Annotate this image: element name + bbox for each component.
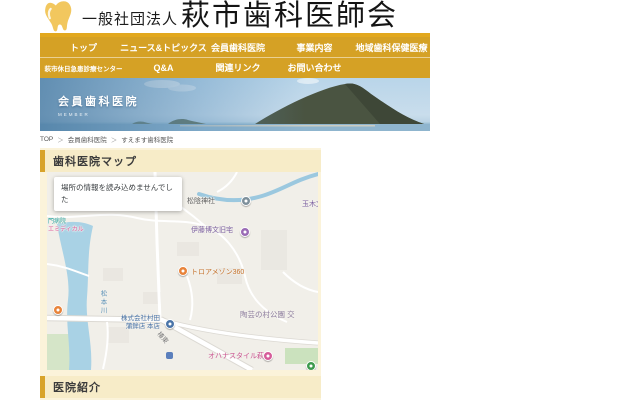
shrine-icon[interactable] bbox=[241, 196, 251, 206]
poi-label-medical[interactable]: エミディカル bbox=[48, 224, 84, 233]
hero-caption: 会員歯科医院 MEMBER bbox=[58, 93, 139, 117]
org-name-label: 萩市歯科医師会 bbox=[181, 2, 398, 31]
shop-icon[interactable] bbox=[165, 319, 175, 329]
breadcrumb-separator: ＞ bbox=[57, 134, 64, 144]
poi-label-ito-hirobumi[interactable]: 伊藤博文旧宅 bbox=[191, 225, 233, 235]
tooth-logo-icon[interactable] bbox=[38, 0, 76, 33]
poi-label-murata-line2: 蒲鉾店 本店 bbox=[102, 323, 160, 331]
landmark-icon[interactable] bbox=[240, 227, 250, 237]
main-nav: トップ ニュース&トピックス 会員歯科医院 事業内容 地域歯科保健医療 萩市休日… bbox=[40, 37, 430, 78]
map-section-heading: 歯科医院マップ bbox=[40, 150, 321, 172]
nav-item-qa[interactable]: Q&A bbox=[127, 58, 200, 77]
poi-label-murata[interactable]: 株式会社村田 蒲鉾店 本店 bbox=[102, 315, 160, 331]
intro-section-heading: 医院紹介 bbox=[40, 376, 321, 398]
nav-item-empty bbox=[353, 58, 430, 77]
nav-item-emergency-center[interactable]: 萩市休日急患診療センター bbox=[40, 58, 127, 77]
nav-item-services[interactable]: 事業内容 bbox=[276, 37, 353, 57]
map-river-label: 松本川 bbox=[97, 290, 107, 316]
nav-item-news[interactable]: ニュース&トピックス bbox=[127, 37, 200, 57]
site-title: 一般社団法人 萩市歯科医師会 bbox=[82, 2, 398, 31]
breadcrumb-current: すえます歯科医院 bbox=[121, 134, 173, 144]
poi-label-shoin-shrine[interactable]: 松陰神社 bbox=[187, 196, 215, 206]
hotel-icon[interactable] bbox=[263, 351, 273, 361]
nav-item-contact[interactable]: お問い合わせ bbox=[276, 58, 353, 77]
org-type-label: 一般社団法人 bbox=[82, 8, 178, 29]
breadcrumb-section[interactable]: 会員歯科医院 bbox=[68, 134, 107, 144]
hero-subtitle: MEMBER bbox=[58, 112, 139, 117]
page: 一般社団法人 萩市歯科医師会 トップ ニュース&トピックス 会員歯科医院 事業内… bbox=[0, 0, 640, 400]
poi-label-tougei-park[interactable]: 陶芸の村公園 交 bbox=[240, 309, 295, 320]
park-icon[interactable] bbox=[306, 361, 316, 370]
nav-row-2: 萩市休日急患診療センター Q&A 関連リンク お問い合わせ bbox=[40, 58, 430, 77]
poi-label-tamaki[interactable]: 玉木文之 bbox=[302, 199, 318, 209]
nav-item-member-clinics[interactable]: 会員歯科医院 bbox=[200, 37, 276, 57]
breadcrumb-separator-2: ＞ bbox=[111, 134, 118, 144]
site-header: 一般社団法人 萩市歯科医師会 bbox=[38, 0, 430, 33]
poi-label-trois-maison[interactable]: トロアメゾン360 bbox=[191, 267, 244, 277]
restaurant-icon[interactable] bbox=[178, 266, 188, 276]
nav-item-top[interactable]: トップ bbox=[40, 37, 127, 57]
map-error-message: 場所の情報を読み込めませんでした bbox=[61, 182, 175, 206]
tooth-logo-svg bbox=[38, 0, 76, 33]
map-canvas[interactable]: 場所の情報を読み込めませんでした 松陰神社 玉木文之 伊藤博文旧宅 トロアメゾン… bbox=[47, 172, 318, 370]
hero-title: 会員歯科医院 bbox=[58, 93, 139, 109]
poi-label-ohana-style[interactable]: オハナスタイル萩 bbox=[208, 351, 264, 361]
breadcrumb-home[interactable]: TOP bbox=[40, 136, 53, 143]
nav-row-1: トップ ニュース&トピックス 会員歯科医院 事業内容 地域歯科保健医療 bbox=[40, 37, 430, 58]
map-error-card: 場所の情報を読み込めませんでした bbox=[54, 177, 182, 211]
hero-banner: 会員歯科医院 MEMBER bbox=[40, 78, 430, 131]
poi-label-murata-line1: 株式会社村田 bbox=[102, 315, 160, 323]
route-shield-icon bbox=[166, 352, 173, 359]
breadcrumb: TOP ＞ 会員歯科医院 ＞ すえます歯科医院 bbox=[40, 134, 173, 144]
nav-item-links[interactable]: 関連リンク bbox=[200, 58, 276, 77]
nav-item-community-dental[interactable]: 地域歯科保健医療 bbox=[353, 37, 430, 57]
content-panel: 歯科医院マップ bbox=[40, 148, 321, 400]
poi-icon-west[interactable] bbox=[53, 305, 63, 315]
